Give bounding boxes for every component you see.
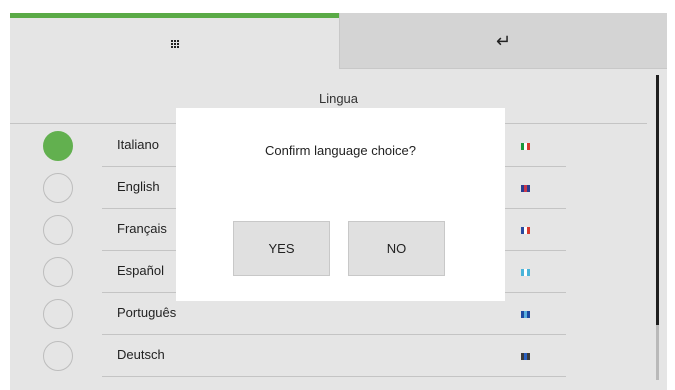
grid-menu-icon [170, 39, 179, 48]
yes-button[interactable]: YES [233, 221, 330, 276]
radio-button[interactable] [43, 257, 73, 287]
radio-button[interactable] [43, 215, 73, 245]
row-divider [102, 376, 566, 377]
language-label: Français [117, 221, 167, 236]
flag-icon [521, 227, 530, 234]
dialog-message: Confirm language choice? [264, 143, 417, 158]
tab-menu[interactable] [10, 13, 339, 69]
scrollbar[interactable] [656, 75, 659, 325]
language-label: Deutsch [117, 347, 165, 362]
radio-button[interactable] [43, 341, 73, 371]
screen: ↵ Lingua Italiano English Français Español P… [10, 13, 667, 390]
flag-icon [521, 353, 530, 360]
flag-icon [521, 185, 530, 192]
tab-back[interactable]: ↵ [339, 13, 667, 69]
page-title: Lingua [318, 91, 359, 106]
language-label: Español [117, 263, 164, 278]
language-label: Português [117, 305, 177, 320]
flag-icon [521, 311, 530, 318]
radio-button[interactable] [43, 299, 73, 329]
scrollbar-track [656, 325, 659, 380]
language-label: English [117, 179, 160, 194]
language-label: Italiano [117, 137, 159, 152]
flag-icon [521, 143, 530, 150]
return-arrow-icon: ↵ [495, 30, 512, 51]
flag-icon [521, 269, 530, 276]
radio-button[interactable] [43, 173, 73, 203]
language-row[interactable]: Deutsch [10, 335, 650, 377]
confirm-dialog: Confirm language choice? YES NO [176, 108, 505, 301]
radio-button[interactable] [43, 131, 73, 161]
no-button[interactable]: NO [348, 221, 445, 276]
